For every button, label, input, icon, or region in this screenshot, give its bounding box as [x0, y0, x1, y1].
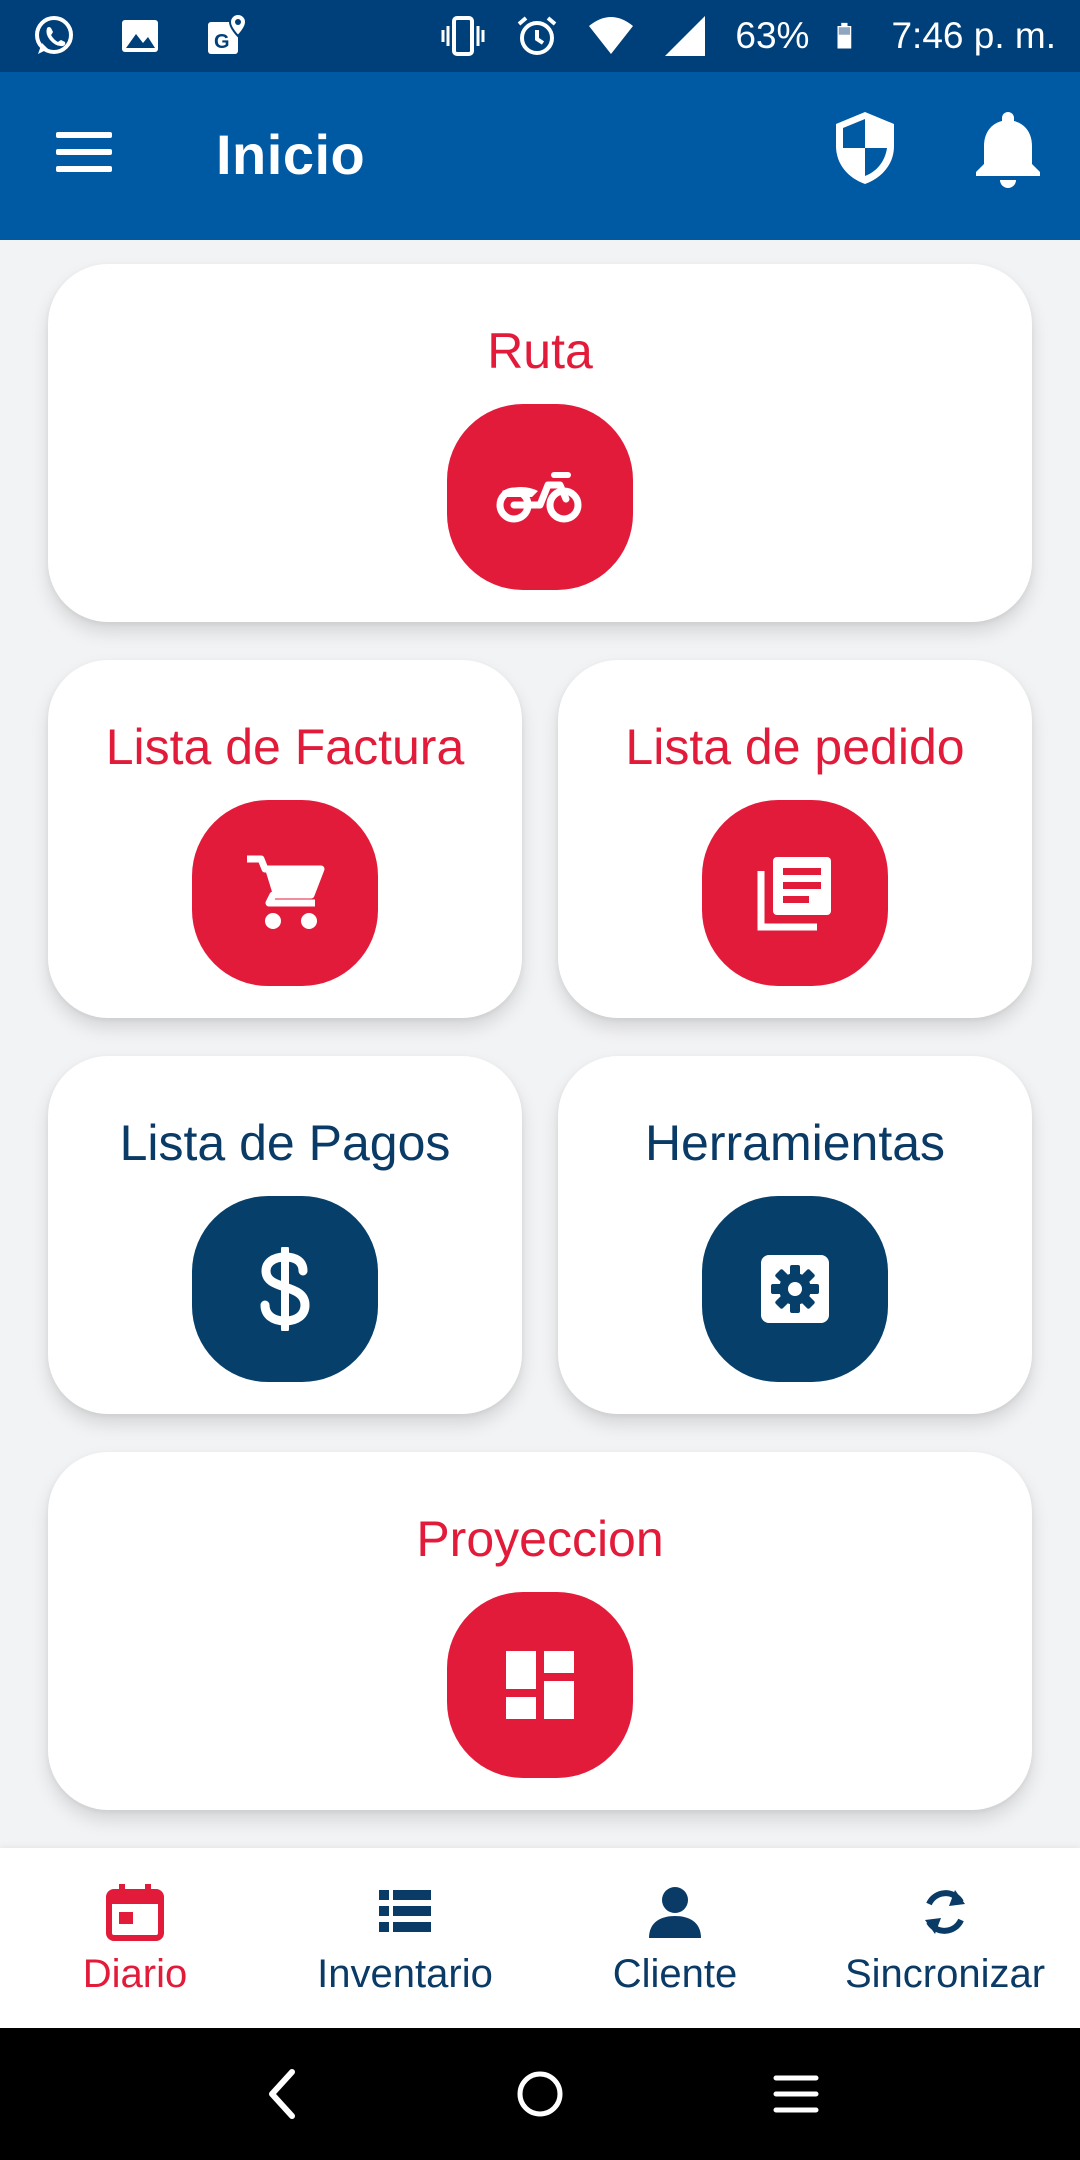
- maps-icon: G: [208, 12, 248, 54]
- page-title: Inicio: [216, 123, 366, 186]
- system-nav-bar: [0, 2028, 1080, 2160]
- nav-item-diario[interactable]: Diario: [0, 1848, 270, 2028]
- bottom-nav: Diario Inventario Cliente Sincronizar: [0, 1848, 1080, 2028]
- battery-icon: [837, 22, 852, 49]
- card-herramientas[interactable]: Herramientas: [558, 1056, 1032, 1414]
- list-icon: [379, 1890, 431, 1932]
- card-ruta[interactable]: Ruta: [48, 264, 1032, 622]
- nav-item-inventario[interactable]: Inventario: [270, 1848, 540, 2028]
- list-document-icon: [757, 857, 831, 931]
- person-icon: [649, 1887, 701, 1938]
- status-bar: G 63% 7:46 p. m.: [0, 0, 1080, 72]
- battery-percent: 63%: [735, 15, 810, 56]
- card-lista-factura[interactable]: Lista de Factura: [48, 660, 522, 1018]
- sync-icon: [925, 1890, 965, 1934]
- lista-pedido-button[interactable]: [702, 800, 888, 986]
- vibrate-icon: [441, 16, 485, 56]
- signal-icon: [665, 16, 706, 56]
- card-label: Lista de Factura: [105, 719, 465, 775]
- notification-icons: G: [30, 12, 250, 60]
- cart-icon: [247, 855, 325, 929]
- recents-icon[interactable]: [766, 2064, 826, 2124]
- card-label: Herramientas: [644, 1115, 946, 1171]
- system-status: 63% 7:46 p. m.: [439, 12, 1056, 60]
- wifi-icon: [589, 17, 634, 54]
- ruta-button[interactable]: [447, 404, 633, 590]
- home-icon[interactable]: [510, 2064, 570, 2124]
- shield-icon[interactable]: [828, 108, 902, 188]
- gallery-icon: [122, 20, 158, 52]
- nav-label: Sincronizar: [844, 1952, 1046, 1996]
- card-label: Proyeccion: [416, 1511, 664, 1567]
- alarm-icon: [518, 16, 557, 55]
- card-label: Ruta: [487, 323, 593, 379]
- bell-icon[interactable]: [970, 106, 1046, 190]
- menu-icon[interactable]: [50, 124, 118, 180]
- lista-pagos-button[interactable]: [192, 1196, 378, 1382]
- motorcycle-icon: [496, 472, 582, 523]
- proyeccion-button[interactable]: [447, 1592, 633, 1778]
- app-bar: Inicio: [0, 72, 1080, 240]
- dollar-icon: [260, 1247, 310, 1331]
- card-label: Lista de pedido: [625, 719, 965, 775]
- clock: 7:46 p. m.: [891, 15, 1056, 56]
- card-lista-pedido[interactable]: Lista de pedido: [558, 660, 1032, 1018]
- nav-item-sincronizar[interactable]: Sincronizar: [810, 1848, 1080, 2028]
- card-label: Lista de Pagos: [119, 1115, 451, 1171]
- nav-label: Inventario: [317, 1952, 493, 1996]
- card-proyeccion[interactable]: Proyeccion: [48, 1452, 1032, 1810]
- nav-label: Diario: [82, 1952, 188, 1996]
- svg-text:G: G: [214, 31, 230, 53]
- herramientas-button[interactable]: [702, 1196, 888, 1382]
- calendar-icon: [106, 1884, 164, 1941]
- card-lista-pagos[interactable]: Lista de Pagos: [48, 1056, 522, 1414]
- whatsapp-icon: [35, 16, 73, 54]
- back-icon[interactable]: [254, 2064, 314, 2124]
- dashboard-icon: [506, 1651, 574, 1719]
- nav-item-cliente[interactable]: Cliente: [540, 1848, 810, 2028]
- nav-label: Cliente: [612, 1952, 738, 1996]
- gear-icon: [761, 1255, 829, 1323]
- lista-factura-button[interactable]: [192, 800, 378, 986]
